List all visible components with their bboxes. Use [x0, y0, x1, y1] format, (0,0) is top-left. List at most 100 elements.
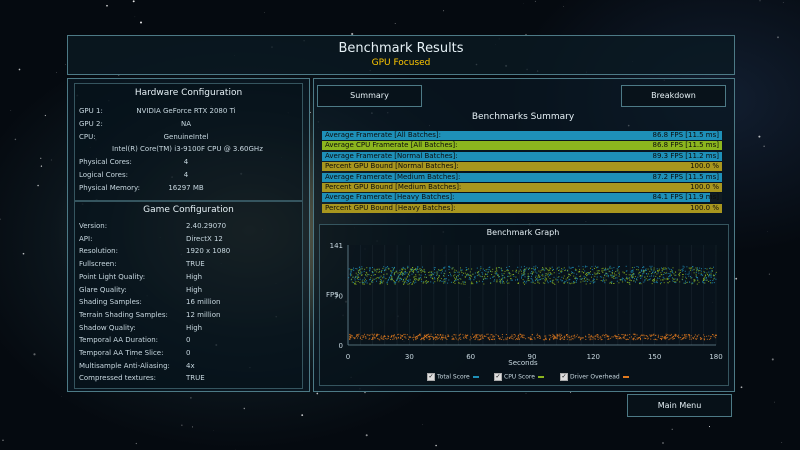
- series-point: [372, 336, 374, 338]
- series-point: [574, 281, 576, 283]
- series-point: [376, 271, 378, 273]
- series-point: [675, 271, 677, 273]
- series-point: [672, 338, 674, 340]
- series-point: [380, 335, 382, 337]
- series-point: [572, 338, 574, 340]
- checkbox-icon[interactable]: ✓: [494, 373, 502, 381]
- series-point: [584, 266, 586, 268]
- series-point: [362, 279, 364, 281]
- series-point: [511, 334, 513, 336]
- series-point: [685, 277, 687, 279]
- series-point: [359, 268, 361, 270]
- series-point: [376, 333, 378, 335]
- series-point: [488, 269, 490, 271]
- series-point: [607, 336, 609, 337]
- series-point: [395, 336, 397, 338]
- series-point: [597, 338, 599, 340]
- series-point: [353, 267, 354, 269]
- series-point: [573, 272, 575, 274]
- series-point: [651, 275, 652, 277]
- series-point: [688, 334, 690, 336]
- series-point: [599, 336, 601, 338]
- series-point: [379, 281, 381, 283]
- series-point: [621, 279, 623, 281]
- series-point: [366, 275, 368, 277]
- series-point: [462, 281, 464, 283]
- series-point: [637, 338, 639, 340]
- series-point: [366, 282, 368, 284]
- series-point: [661, 274, 663, 276]
- series-point: [551, 281, 553, 283]
- series-point: [663, 277, 665, 279]
- series-point: [501, 273, 503, 275]
- series-point: [460, 283, 462, 285]
- series-point: [522, 274, 524, 276]
- series-point: [507, 282, 509, 284]
- series-point: [414, 336, 416, 338]
- legend-label: Driver Overhead: [570, 373, 620, 381]
- series-point: [502, 270, 504, 272]
- series-point: [506, 266, 508, 268]
- series-point: [633, 266, 635, 268]
- series-point: [597, 272, 599, 274]
- legend-label: Total Score: [437, 373, 470, 381]
- series-point: [487, 268, 489, 270]
- series-point: [394, 283, 396, 285]
- series-point: [523, 334, 525, 336]
- legend-item[interactable]: ✓ Driver Overhead: [560, 373, 629, 381]
- main-menu-button[interactable]: Main Menu: [627, 394, 732, 417]
- series-point: [594, 265, 596, 267]
- series-point: [494, 271, 496, 273]
- series-point: [569, 274, 571, 276]
- series-point: [361, 280, 363, 282]
- series-point: [588, 272, 590, 274]
- series-point: [665, 333, 667, 335]
- series-point: [677, 335, 679, 337]
- series-point: [653, 267, 655, 269]
- series-point: [631, 336, 632, 338]
- series-point: [673, 281, 675, 282]
- series-point: [566, 280, 568, 282]
- legend-item[interactable]: ✓ Total Score: [427, 373, 479, 381]
- series-point: [519, 333, 521, 335]
- series-point: [452, 267, 454, 269]
- series-point: [694, 336, 695, 338]
- series-point: [468, 274, 470, 276]
- series-point: [535, 275, 537, 277]
- series-point: [636, 266, 638, 267]
- series-point: [398, 278, 400, 280]
- series-point: [639, 271, 641, 273]
- series-point: [534, 282, 536, 284]
- checkbox-icon[interactable]: ✓: [427, 373, 435, 381]
- series-point: [442, 335, 444, 337]
- legend-item[interactable]: ✓ CPU Score: [494, 373, 544, 381]
- checkbox-icon[interactable]: ✓: [560, 373, 568, 381]
- series-point: [654, 278, 655, 280]
- series-point: [671, 277, 673, 279]
- series-point: [664, 337, 666, 339]
- series-point: [586, 275, 587, 277]
- series-point: [433, 267, 435, 269]
- series-point: [479, 275, 481, 277]
- series-point: [703, 277, 704, 279]
- series-point: [708, 276, 710, 278]
- series-point: [680, 269, 682, 271]
- series-point: [532, 271, 534, 273]
- series-point: [620, 338, 622, 340]
- series-point: [539, 337, 541, 339]
- series-point: [484, 273, 486, 275]
- series-point: [605, 334, 607, 335]
- series-point: [364, 280, 366, 282]
- series-point: [715, 273, 717, 275]
- series-point: [395, 281, 397, 283]
- series-point: [381, 277, 383, 279]
- series-point: [390, 279, 392, 281]
- series-point: [454, 272, 456, 273]
- series-point: [611, 282, 612, 284]
- series-point: [570, 336, 572, 338]
- series-point: [350, 334, 352, 336]
- series-point: [626, 278, 628, 280]
- series-point: [618, 271, 620, 273]
- series-point: [683, 334, 685, 336]
- series-point: [640, 338, 641, 340]
